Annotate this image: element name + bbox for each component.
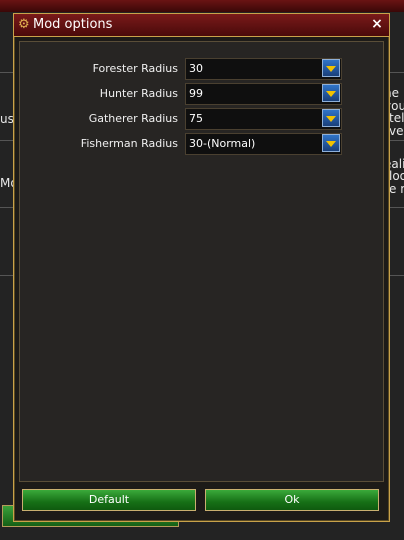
- dropdown-button[interactable]: [322, 59, 340, 77]
- ok-button[interactable]: Ok: [205, 489, 379, 511]
- background-text: us: [0, 112, 14, 126]
- default-button[interactable]: Default: [22, 489, 196, 511]
- select-value: 30-(Normal): [189, 137, 256, 150]
- fisherman-radius-label: Fisherman Radius: [80, 137, 178, 150]
- select-value: 75: [189, 112, 203, 125]
- dropdown-button[interactable]: [322, 84, 340, 102]
- options-panel: Forester Radius 30 Hunter Radius 99 Gath…: [19, 41, 384, 482]
- chevron-down-icon: [326, 91, 336, 97]
- option-row-hunter-radius: Hunter Radius 99: [20, 83, 383, 105]
- chevron-down-icon: [326, 66, 336, 72]
- background-text: look: [389, 169, 404, 183]
- dialog-titlebar: ⚙ Mod options ×: [14, 14, 389, 37]
- gear-icon: ⚙: [18, 17, 30, 32]
- option-row-fisherman-radius: Fisherman Radius 30-(Normal): [20, 133, 383, 155]
- select-value: 30: [189, 62, 203, 75]
- mod-options-dialog: ⚙ Mod options × Forester Radius 30 Hunte…: [13, 13, 390, 522]
- chevron-down-icon: [326, 116, 336, 122]
- option-row-gatherer-radius: Gatherer Radius 75: [20, 108, 383, 130]
- forester-radius-label: Forester Radius: [92, 62, 178, 75]
- hunter-radius-label: Hunter Radius: [99, 87, 178, 100]
- dropdown-button[interactable]: [322, 134, 340, 152]
- dialog-title: Mod options: [33, 17, 113, 32]
- background-text: e m: [389, 182, 404, 196]
- option-row-forester-radius: Forester Radius 30: [20, 58, 383, 80]
- gatherer-radius-label: Gatherer Radius: [88, 112, 178, 125]
- fisherman-radius-select[interactable]: 30-(Normal): [185, 133, 342, 155]
- background-text: tel: [389, 111, 404, 125]
- dropdown-button[interactable]: [322, 109, 340, 127]
- select-value: 99: [189, 87, 203, 100]
- gatherer-radius-select[interactable]: 75: [185, 108, 342, 130]
- chevron-down-icon: [326, 141, 336, 147]
- background-text: ve t: [389, 124, 404, 138]
- close-button[interactable]: ×: [368, 16, 386, 33]
- forester-radius-select[interactable]: 30: [185, 58, 342, 80]
- hunter-radius-select[interactable]: 99: [185, 83, 342, 105]
